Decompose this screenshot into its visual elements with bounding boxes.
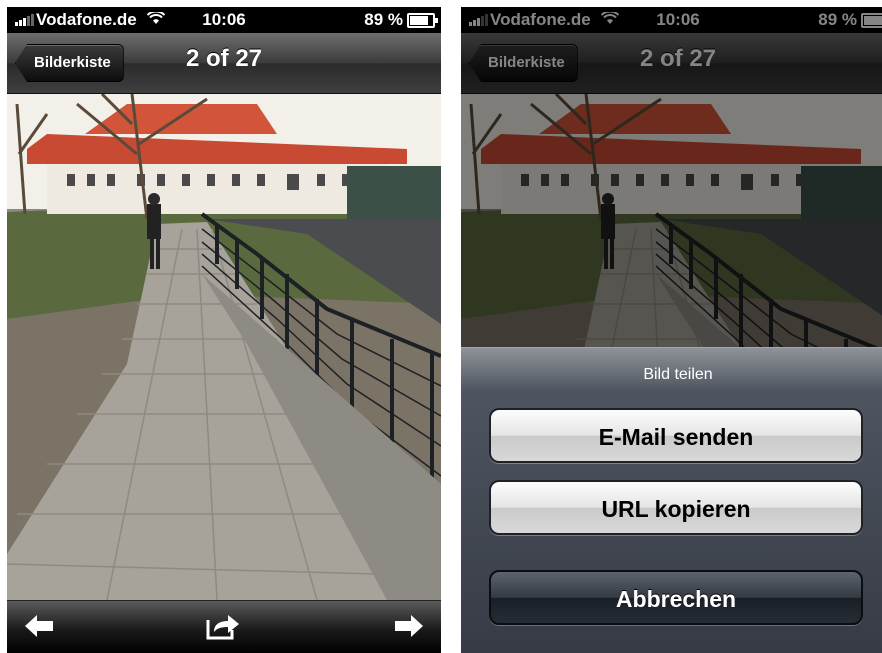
photo-image (7, 94, 441, 600)
action-sheet-title: Bild teilen (643, 366, 713, 383)
navigation-bar: Bilderkiste 2 of 27 (7, 33, 441, 94)
share-button[interactable] (205, 611, 241, 641)
battery-percent: 89 % (364, 10, 403, 29)
arrow-left-icon (25, 615, 53, 637)
send-email-button[interactable]: E-Mail senden (489, 408, 863, 463)
bottom-toolbar (7, 600, 441, 653)
battery-icon (407, 12, 438, 28)
share-icon (206, 615, 239, 640)
status-bar: Vodafone.de 10:06 89 % (7, 7, 441, 33)
phone-screen-photo-view: Vodafone.de 10:06 89 % Bilderkiste 2 of … (7, 7, 441, 653)
next-button[interactable] (391, 611, 427, 641)
back-button[interactable]: Bilderkiste (15, 44, 124, 82)
cancel-button[interactable]: Abbrechen (489, 570, 863, 625)
arrow-right-icon (395, 615, 423, 637)
share-action-sheet: Bild teilen E-Mail senden URL kopieren A… (461, 347, 882, 653)
copy-url-button[interactable]: URL kopieren (489, 480, 863, 535)
phone-screen-share-sheet: Vodafone.de 10:06 89 % Bilderkiste 2 of … (461, 7, 882, 653)
previous-button[interactable] (21, 611, 57, 641)
photo[interactable] (7, 94, 441, 600)
